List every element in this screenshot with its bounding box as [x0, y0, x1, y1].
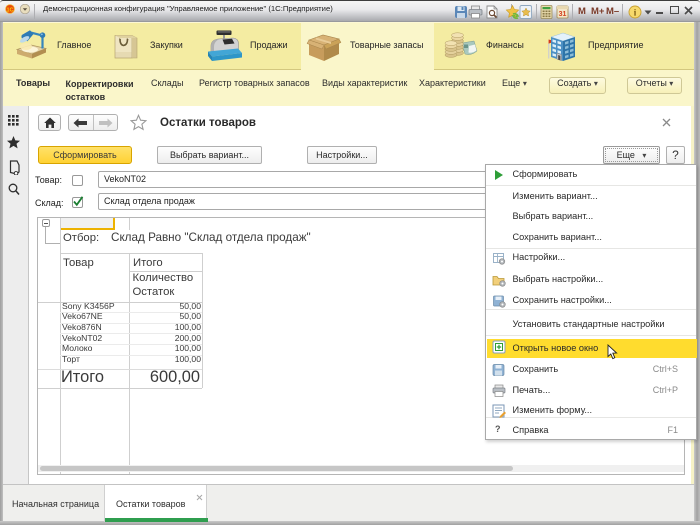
svg-text:1С: 1С	[6, 7, 13, 13]
svg-text:31: 31	[559, 11, 567, 18]
